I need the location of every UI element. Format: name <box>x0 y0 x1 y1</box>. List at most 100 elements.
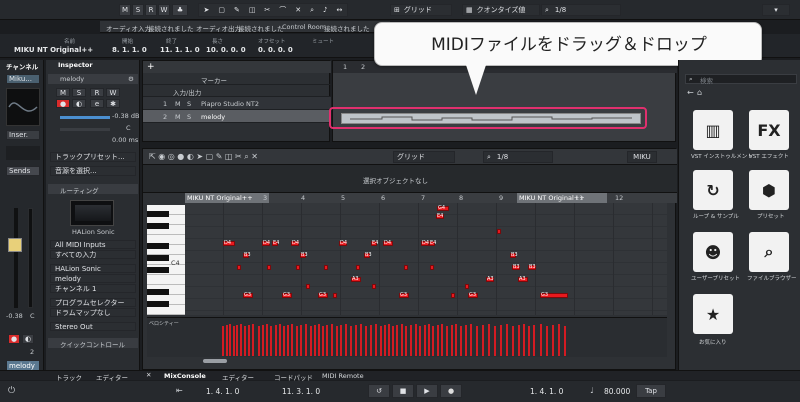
user-presets-tile[interactable]: ☻ <box>693 232 733 272</box>
editor-track-select[interactable]: MIKU <box>627 151 657 163</box>
midi-note[interactable] <box>430 265 434 270</box>
velocity-bar[interactable] <box>222 326 224 356</box>
channel-tab[interactable]: チャンネル <box>6 61 38 71</box>
velocity-bar[interactable] <box>405 326 407 356</box>
info-value-name[interactable]: MIKU NT Original++ <box>14 46 93 54</box>
midi-note[interactable] <box>451 293 455 298</box>
velocity-bar[interactable] <box>428 324 430 356</box>
tempo-display[interactable]: 80.000 <box>604 387 630 396</box>
info-value-length[interactable]: 10. 0. 0. 0 <box>206 46 246 54</box>
editor-scrollbar[interactable] <box>203 359 227 363</box>
midi-note[interactable] <box>267 265 271 270</box>
velocity-bar[interactable] <box>365 326 367 356</box>
scissors-tool-icon[interactable]: ✂ <box>264 6 270 14</box>
info-value-offset[interactable]: 0. 0. 0. 0 <box>258 46 293 54</box>
velocity-bar[interactable] <box>326 325 328 356</box>
velocity-bar[interactable] <box>336 326 338 356</box>
eraser-tool-icon[interactable]: ◫ <box>249 6 256 14</box>
insp-monitor-button[interactable]: ◐ <box>72 99 86 108</box>
velocity-bar[interactable] <box>236 325 238 356</box>
midi-note[interactable] <box>372 284 376 289</box>
insp-solo-button[interactable]: S <box>72 88 86 97</box>
channel-fader[interactable] <box>8 238 22 252</box>
velocity-bar[interactable] <box>248 325 250 356</box>
add-track-icon[interactable]: + <box>147 62 155 72</box>
arrangement-area[interactable]: 1 2 <box>329 60 677 142</box>
velocity-bar[interactable] <box>226 325 228 356</box>
velocity-bar[interactable] <box>287 325 289 356</box>
vst-effect-tile[interactable]: FX <box>749 110 789 150</box>
pan-slider[interactable] <box>60 128 110 131</box>
quantize-mode-select[interactable]: ▦ クオンタイズ値 <box>462 4 540 16</box>
volume-slider[interactable] <box>60 116 110 119</box>
black-key[interactable] <box>147 223 169 229</box>
sends-button[interactable]: Sends <box>6 166 40 176</box>
piano-keyboard[interactable]: C4 <box>147 205 185 315</box>
read-button[interactable]: R <box>145 4 157 16</box>
black-key[interactable] <box>147 301 169 307</box>
velocity-bar[interactable] <box>314 325 316 356</box>
velocity-bar[interactable] <box>296 326 298 356</box>
velocity-bar[interactable] <box>275 325 277 356</box>
tab-mixconsole[interactable]: MixConsole <box>164 372 206 380</box>
velocity-bar[interactable] <box>318 324 320 356</box>
velocity-bar[interactable] <box>283 326 285 356</box>
stop-button[interactable]: ■ <box>392 384 414 398</box>
velocity-bar[interactable] <box>388 324 390 356</box>
track-row-piapro[interactable]: 1 M S Piapro Studio NT2 <box>143 97 331 110</box>
record-button[interactable]: ● <box>440 384 462 398</box>
info-value-start[interactable]: 8. 1. 1. 0 <box>112 46 147 54</box>
velocity-bar[interactable] <box>410 325 412 356</box>
velocity-bar[interactable] <box>432 326 434 356</box>
velocity-bar[interactable] <box>396 325 398 356</box>
insp-record-button[interactable]: ● <box>56 99 70 108</box>
track-row-io[interactable]: 入力/出力 <box>143 85 331 97</box>
velocity-bar[interactable] <box>345 324 347 356</box>
insp-mute-button[interactable]: M <box>56 88 70 97</box>
presets-tile[interactable]: ⬢ <box>749 170 789 210</box>
quantize-value-select[interactable]: ⌕ 1/8 <box>541 4 621 16</box>
midi-input-select[interactable]: All MIDI Inputs <box>50 240 136 249</box>
midi-note[interactable] <box>465 284 469 289</box>
black-key[interactable] <box>147 211 169 217</box>
vst-instrument-tile[interactable]: ▥ <box>693 110 733 150</box>
velocity-bar[interactable] <box>470 324 472 356</box>
favorites-tile[interactable]: ★ <box>693 294 733 334</box>
back-icon[interactable]: ← <box>687 88 694 97</box>
input-sub-select[interactable]: すべての入力 <box>50 250 136 259</box>
cycle-button[interactable]: ↺ <box>368 384 390 398</box>
insp-freeze-button[interactable]: ✱ <box>106 99 120 108</box>
velocity-bar[interactable] <box>270 326 272 356</box>
velocity-bar[interactable] <box>419 326 421 356</box>
track-solo[interactable]: S <box>187 100 191 108</box>
power-icon[interactable]: ⏻ <box>8 386 15 396</box>
velocity-bar[interactable] <box>266 324 268 356</box>
note-grid[interactable] <box>185 203 667 315</box>
velocity-bar[interactable] <box>384 325 386 356</box>
position-display[interactable]: 1. 4. 1. 0 <box>530 387 563 396</box>
velocity-bar[interactable] <box>476 326 478 356</box>
speaker-tool-icon[interactable]: ♪ <box>323 6 327 14</box>
velocity-bar[interactable] <box>441 324 443 356</box>
velocity-bar[interactable] <box>392 326 394 356</box>
velocity-bar[interactable] <box>322 326 324 356</box>
output-sub-select[interactable]: melody <box>50 274 136 283</box>
track-row-marker[interactable]: マーカー <box>143 73 331 85</box>
velocity-bar[interactable] <box>331 324 333 356</box>
track-settings-icon[interactable]: ⚙ <box>128 75 134 83</box>
velocity-bar[interactable] <box>370 325 372 356</box>
velocity-bar[interactable] <box>380 326 382 356</box>
velocity-bar[interactable] <box>291 324 293 356</box>
instrument-thumbnail[interactable] <box>70 200 114 226</box>
right-locator[interactable]: 11. 3. 1. 0 <box>282 387 320 396</box>
midi-channel-select[interactable]: チャンネル 1 <box>50 284 136 293</box>
velocity-bar[interactable] <box>460 326 462 356</box>
velocity-bar[interactable] <box>279 324 281 356</box>
channel-name[interactable]: Miku... <box>6 74 40 84</box>
velocity-bar[interactable] <box>244 326 246 356</box>
velocity-bar[interactable] <box>518 325 520 356</box>
editor-grid-select[interactable]: グリッド <box>393 151 455 163</box>
insp-edit-button[interactable]: e <box>90 99 104 108</box>
velocity-bar[interactable] <box>533 325 535 356</box>
automation-mode-button[interactable]: ♣ <box>172 4 188 16</box>
